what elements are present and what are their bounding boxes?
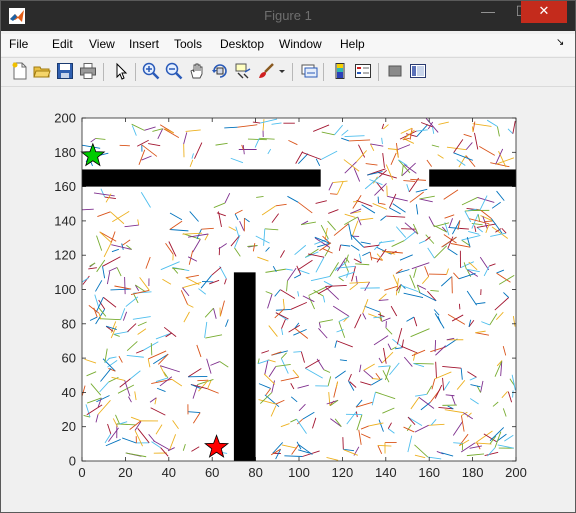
menu-desktop[interactable]: Desktop (220, 37, 264, 51)
obstacle (82, 169, 321, 187)
y-tick-label: 20 (62, 419, 76, 434)
tree-edge (82, 208, 94, 211)
menu-view[interactable]: View (89, 37, 115, 51)
x-tick-label: 0 (78, 465, 85, 480)
brush-dropdown-icon[interactable] (277, 62, 287, 80)
close-button[interactable]: ✕ (521, 1, 567, 23)
y-tick-label: 60 (62, 351, 76, 366)
tree-edge (512, 390, 514, 398)
y-tick-label: 40 (62, 385, 76, 400)
menu-insert[interactable]: Insert (129, 37, 159, 51)
menu-file[interactable]: File (9, 37, 28, 51)
y-tick-label: 160 (54, 179, 76, 194)
minimize-button[interactable]: — (471, 1, 505, 23)
tree-edge (330, 193, 338, 195)
open-file-icon[interactable] (33, 62, 51, 80)
menu-window[interactable]: Window (279, 37, 322, 51)
figure-canvas: 0 20 40 60 80 100 120 140 160 180 200 0 20 40 60 80 100… (8, 87, 568, 507)
x-tick-label: 200 (505, 465, 527, 480)
print-icon[interactable] (79, 62, 97, 80)
tree-edge (458, 303, 461, 310)
dock-figure-icon[interactable]: ↘ (556, 37, 564, 48)
new-figure-icon[interactable] (11, 62, 29, 80)
y-tick-label: 80 (62, 316, 76, 331)
x-tick-label: 40 (162, 465, 176, 480)
toolbar-separator (378, 63, 379, 81)
plot-axes[interactable]: 0 20 40 60 80 100 120 140 160 180 200 0 20 40 60 80 100… (8, 87, 568, 507)
x-tick-label: 80 (248, 465, 262, 480)
menu-tools[interactable]: Tools (174, 37, 202, 51)
zoom-in-icon[interactable] (142, 62, 160, 80)
toolbar-separator (292, 63, 293, 81)
toolbar-separator (135, 63, 136, 81)
save-icon[interactable] (56, 62, 74, 80)
tree-edge (150, 343, 153, 356)
obstacle (233, 272, 256, 461)
y-tick-label: 120 (54, 248, 76, 263)
zoom-out-icon[interactable] (165, 62, 183, 80)
show-plot-tools-icon[interactable] (409, 62, 427, 80)
edit-plot-icon[interactable] (112, 62, 130, 80)
tree-edge (124, 276, 126, 295)
y-tick-label: 0 (69, 454, 76, 469)
tree-edge (401, 228, 417, 230)
link-plot-icon[interactable] (300, 62, 318, 80)
toolbar-separator (323, 63, 324, 81)
x-tick-label: 140 (375, 465, 397, 480)
obstacle (429, 169, 516, 187)
figure-window: Figure 1 — ☐ ✕ File Edit View Insert Too… (0, 0, 576, 513)
x-tick-label: 20 (118, 465, 132, 480)
x-tick-label: 60 (205, 465, 219, 480)
y-tick-label: 200 (54, 111, 76, 126)
y-tick-label: 140 (54, 213, 76, 228)
menu-edit[interactable]: Edit (52, 37, 73, 51)
rotate-3d-icon[interactable] (211, 62, 229, 80)
tree-edge (434, 340, 437, 352)
insert-legend-icon[interactable] (354, 62, 372, 80)
y-tick-label: 180 (54, 145, 76, 160)
menu-help[interactable]: Help (340, 37, 365, 51)
x-tick-label: 100 (288, 465, 310, 480)
data-cursor-icon[interactable] (234, 62, 252, 80)
x-tick-label: 180 (462, 465, 484, 480)
pan-icon[interactable] (188, 62, 206, 80)
x-tick-label: 160 (418, 465, 440, 480)
y-tick-label: 100 (54, 282, 76, 297)
figure-toolbar (1, 57, 575, 87)
title-bar[interactable]: Figure 1 — ☐ ✕ (1, 1, 575, 31)
menu-bar: File Edit View Insert Tools Desktop Wind… (1, 34, 575, 56)
hide-plot-tools-icon[interactable] (386, 62, 404, 80)
x-tick-label: 120 (332, 465, 354, 480)
tree-edge (471, 126, 474, 133)
insert-colorbar-icon[interactable] (331, 62, 349, 80)
toolbar-separator (103, 63, 104, 81)
tree-edge (197, 379, 209, 382)
brush-icon[interactable] (257, 62, 275, 80)
